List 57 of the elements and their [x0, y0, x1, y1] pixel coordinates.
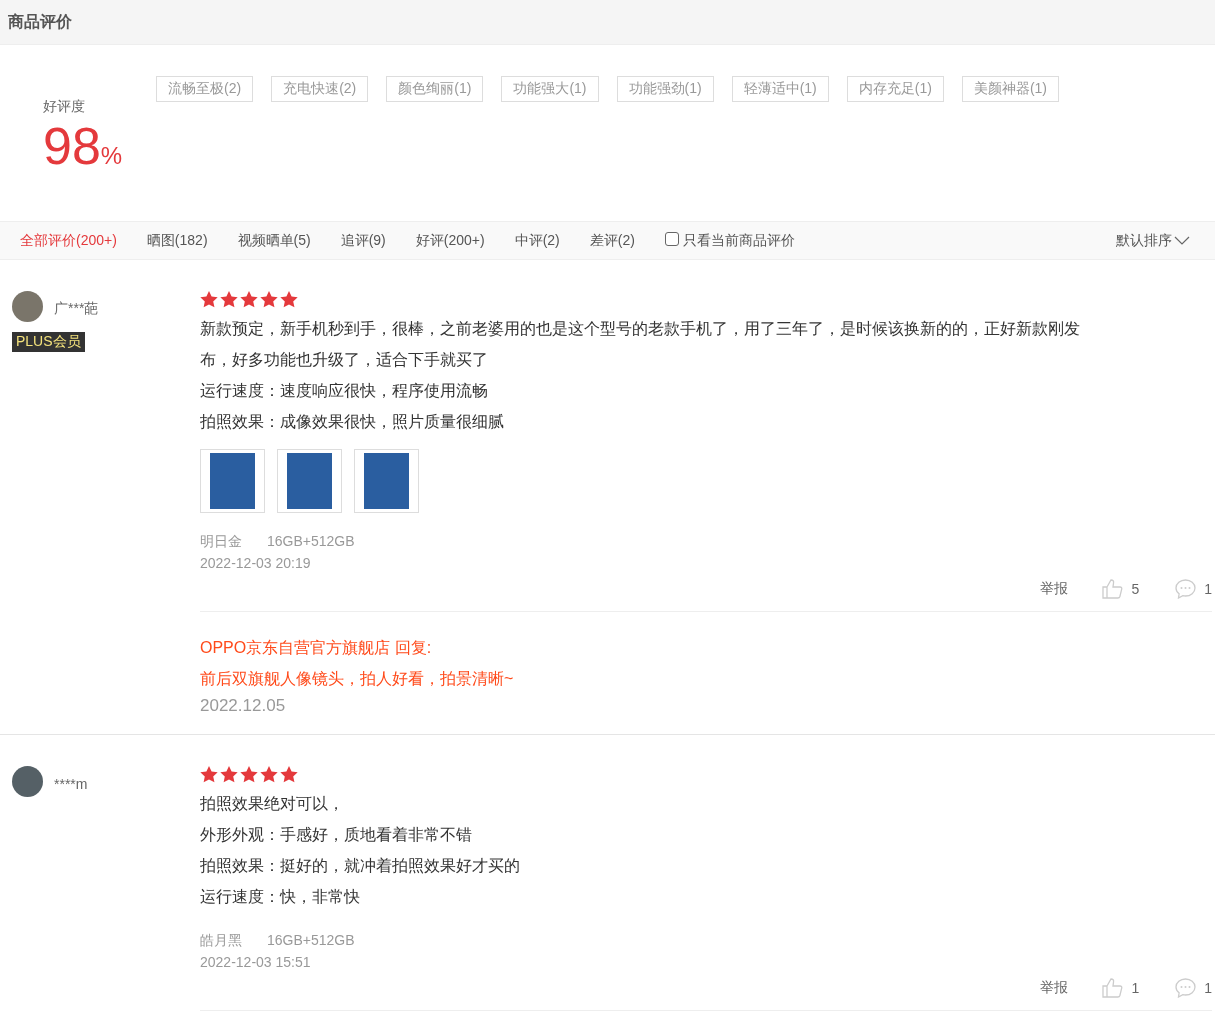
avatar: [12, 766, 43, 797]
review-text: 新款预定，新手机秒到手，很棒，之前老婆用的也是这个型号的老款手机了，用了三年了，是时候该换新的的，正好新款刚发布，好多功能也升级了，适合下手就买了: [200, 319, 1081, 370]
review-text: 运行速度：快，非常快: [200, 887, 361, 907]
star-icon: [220, 766, 238, 783]
avatar: [12, 291, 43, 322]
review-text: 拍照效果：成像效果很快，照片质量很细腻: [200, 412, 505, 432]
photo-thumbnail[interactable]: [277, 449, 342, 513]
star-icon: [240, 291, 258, 308]
filter-tab[interactable]: 晒图(182): [146, 231, 208, 250]
filter-tab[interactable]: 视频晒单(5): [237, 231, 311, 250]
review-time: 2022-12-03 15:51: [200, 954, 312, 970]
thumbs-up-icon[interactable]: [1102, 978, 1124, 998]
reply-date: 2022.12.05: [200, 696, 287, 716]
like-count: 5: [1131, 581, 1140, 597]
star-icon: [280, 291, 298, 308]
reply-author: OPPO京东自营官方旗舰店 回复:: [200, 638, 433, 658]
chevron-down-icon: [1174, 236, 1190, 245]
filter-tab[interactable]: 追评(9): [340, 231, 386, 250]
section-title: 商品评价: [8, 11, 72, 32]
star-icon: [200, 291, 218, 308]
star-icon: [260, 766, 278, 783]
review-text: 外形外观：手感好，质地看着非常不错: [200, 825, 473, 845]
star-icon: [220, 291, 238, 308]
review-time: 2022-12-03 20:19: [200, 555, 312, 571]
report-link[interactable]: 举报: [1040, 580, 1069, 598]
user-name: 广***葩: [54, 299, 99, 318]
photo-thumbnail[interactable]: [354, 449, 419, 513]
checkbox[interactable]: [664, 231, 679, 246]
like-count: 1: [1131, 980, 1140, 996]
checkbox-label: 只看当前商品评价: [682, 231, 795, 250]
filter-tab[interactable]: 全部评价(200+): [20, 231, 117, 250]
sort-label[interactable]: 默认排序: [1116, 231, 1172, 250]
product-spec: 16GB+512GB: [267, 932, 355, 950]
thumbs-up-icon[interactable]: [1102, 579, 1124, 599]
filter-tab[interactable]: 差评(2): [589, 231, 635, 250]
photo-thumbnail[interactable]: [200, 449, 265, 513]
report-link[interactable]: 举报: [1040, 979, 1069, 997]
reply-text: 前后双旗舰人像镜头，拍人好看，拍景清晰~: [200, 669, 515, 689]
filter-tab[interactable]: 中评(2): [514, 231, 560, 250]
star-icon: [240, 766, 258, 783]
comment-count: 1: [1204, 980, 1212, 996]
review-text: 拍照效果：挺好的，就冲着拍照效果好才买的: [200, 856, 521, 876]
star-icon: [260, 291, 278, 308]
review-text: 运行速度：速度响应很快，程序使用流畅: [200, 381, 489, 401]
comment-count: 1: [1204, 581, 1212, 597]
product-color: 明日金: [200, 533, 242, 551]
product-spec: 16GB+512GB: [267, 533, 355, 551]
user-name: ****m: [54, 775, 88, 792]
member-badge: PLUS会员: [12, 332, 85, 352]
percent-sign: %: [100, 142, 123, 170]
star-icon: [280, 766, 298, 783]
rating-label: 好评度: [43, 98, 86, 116]
product-color: 皓月黑: [200, 932, 242, 950]
rating-value: 98: [43, 118, 101, 174]
star-icon: [200, 766, 218, 783]
filter-tab[interactable]: 好评(200+): [415, 231, 485, 250]
review-text: 拍照效果绝对可以，: [200, 794, 345, 814]
